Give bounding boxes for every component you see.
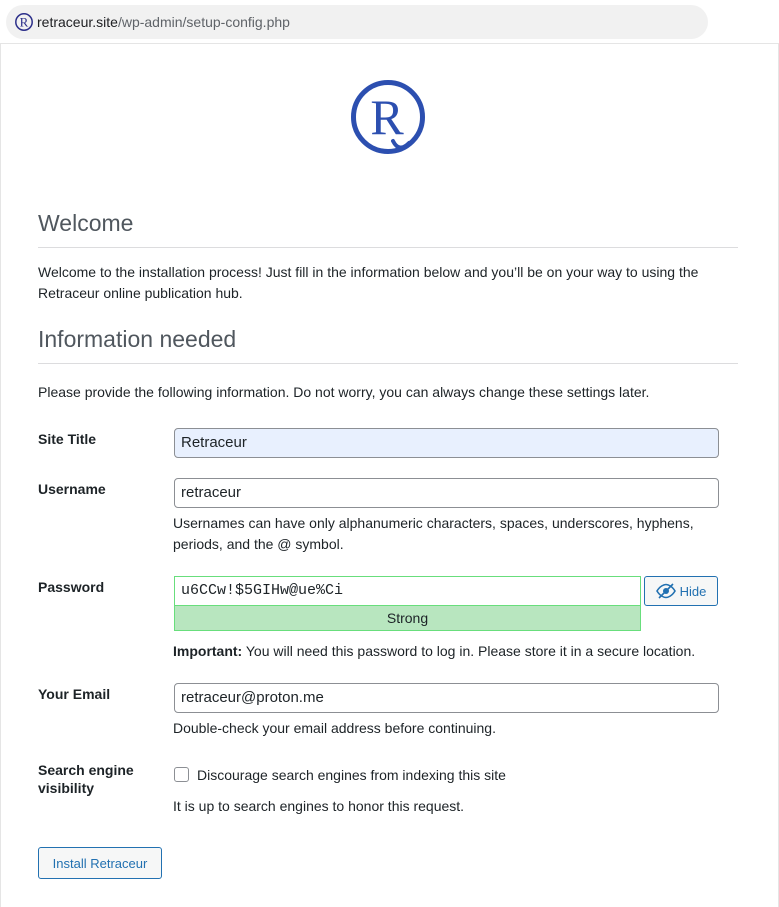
eye-slash-icon [655,583,676,599]
url-host: retraceur.site [37,14,118,30]
search-visibility-description: It is up to search engines to honor this… [173,798,465,814]
email-label: Your Email [38,686,111,702]
site-title-label: Site Title [38,431,97,447]
password-value: u6CCw!$5GIHw@ue%Ci [181,582,344,599]
site-favicon-icon: R [15,13,33,31]
information-text: Please provide the following information… [38,384,650,400]
username-input[interactable]: retraceur [174,478,719,508]
retraceur-logo: R [351,80,425,154]
hide-button-label: Hide [679,583,707,599]
username-description: Usernames can have only alphanumeric cha… [173,515,694,552]
important-text: You will need this password to log in. P… [242,643,696,659]
welcome-text: Welcome to the installation process! Jus… [38,264,699,301]
site-title-input[interactable]: Retraceur [174,428,719,458]
password-label: Password [38,579,105,595]
important-prefix: Important: [173,643,243,659]
email-input[interactable]: retraceur@proton.me [174,683,719,713]
email-description: Double-check your email address before c… [173,720,496,736]
email-value: retraceur@proton.me [181,689,324,706]
site-title-value: Retraceur [181,434,247,451]
url-path: /wp-admin/setup-config.php [117,14,290,30]
url-text: retraceur.site/wp-admin/setup-config.php [37,14,290,30]
username-value: retraceur [181,484,242,501]
svg-text:R: R [370,89,404,145]
svg-text:R: R [20,15,29,30]
information-needed-heading: Information needed [38,326,738,364]
username-label: Username [38,481,106,497]
discourage-search-checkbox-label[interactable]: Discourage search engines from indexing … [197,765,597,786]
password-important-note: Important: You will need this password t… [173,641,733,662]
address-bar[interactable]: R retraceur.site/wp-admin/setup-config.p… [6,5,708,39]
install-button[interactable]: Install Retraceur [38,847,162,879]
search-visibility-label: Search engine visibility [38,762,134,796]
hide-password-button[interactable]: Hide [644,576,718,606]
password-input[interactable]: u6CCw!$5GIHw@ue%Ci [174,576,641,606]
password-strength-meter: Strong [174,605,641,631]
discourage-search-checkbox[interactable] [174,767,189,782]
welcome-heading: Welcome [38,210,738,248]
browser-toolbar: R retraceur.site/wp-admin/setup-config.p… [0,0,779,44]
